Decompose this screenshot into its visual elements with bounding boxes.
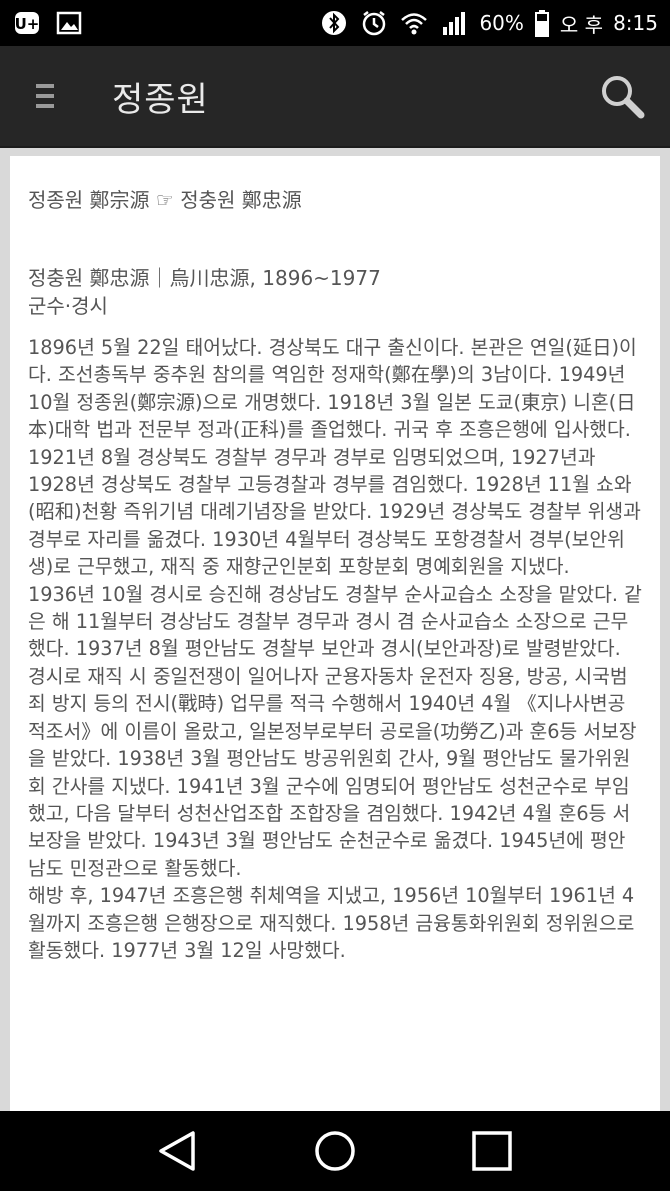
app-bar: 정종원 bbox=[0, 46, 670, 148]
search-icon bbox=[602, 76, 645, 119]
home-circle-icon bbox=[315, 1131, 355, 1171]
article-card: 정종원 鄭宗源 ☞ 정충원 鄭忠源 정충원 鄭忠源｜烏川忠源, 1896~197… bbox=[10, 156, 660, 1111]
back-triangle-icon bbox=[159, 1131, 196, 1171]
home-button[interactable] bbox=[305, 1121, 365, 1181]
battery-icon bbox=[534, 8, 550, 38]
content-area[interactable]: 정종원 鄭宗源 ☞ 정충원 鄭忠源 정충원 鄭忠源｜烏川忠源, 1896~197… bbox=[0, 148, 670, 1111]
svg-text:U+: U+ bbox=[15, 15, 40, 33]
recents-button[interactable] bbox=[462, 1121, 522, 1181]
hamburger-icon bbox=[36, 84, 54, 108]
status-right: 60% 오 후 8:15 bbox=[319, 8, 658, 38]
article-body: 1896년 5월 22일 태어났다. 경상북도 대구 출신이다. 본관은 연일(… bbox=[28, 334, 642, 964]
status-bar: U+ 60% 오 후 8:15 bbox=[0, 0, 670, 46]
battery-percent: 60% bbox=[479, 11, 524, 35]
status-left: U+ bbox=[12, 8, 84, 38]
uplus-icon: U+ bbox=[12, 8, 42, 38]
article-heading: 정충원 鄭忠源｜烏川忠源, 1896~1977 bbox=[28, 266, 381, 290]
navigation-bar bbox=[0, 1111, 670, 1191]
search-button[interactable] bbox=[582, 45, 662, 147]
bluetooth-icon bbox=[319, 8, 349, 38]
menu-button[interactable] bbox=[10, 45, 80, 147]
recents-square-icon bbox=[471, 1131, 512, 1171]
ampm-label: 오 후 bbox=[559, 12, 604, 37]
article-subheading: 군수·경시 bbox=[28, 294, 108, 318]
wifi-icon bbox=[399, 8, 429, 38]
clock: 8:15 bbox=[613, 11, 658, 35]
alarm-icon bbox=[359, 8, 389, 38]
paragraph: 1936년 10월 경시로 승진해 경상남도 경찰부 순사교습소 소장을 맡았다… bbox=[28, 582, 642, 880]
paragraph: 1896년 5월 22일 태어났다. 경상북도 대구 출신이다. 본관은 연일(… bbox=[28, 336, 641, 579]
image-notification-icon bbox=[54, 8, 84, 38]
signal-icon bbox=[439, 8, 469, 38]
page-title: 정종원 bbox=[112, 79, 209, 120]
redirect-line: 정종원 鄭宗源 ☞ 정충원 鄭忠源 bbox=[28, 188, 302, 212]
back-button[interactable] bbox=[148, 1121, 208, 1181]
paragraph: 해방 후, 1947년 조흥은행 취체역을 지냈고, 1956년 10월부터 1… bbox=[28, 884, 635, 962]
